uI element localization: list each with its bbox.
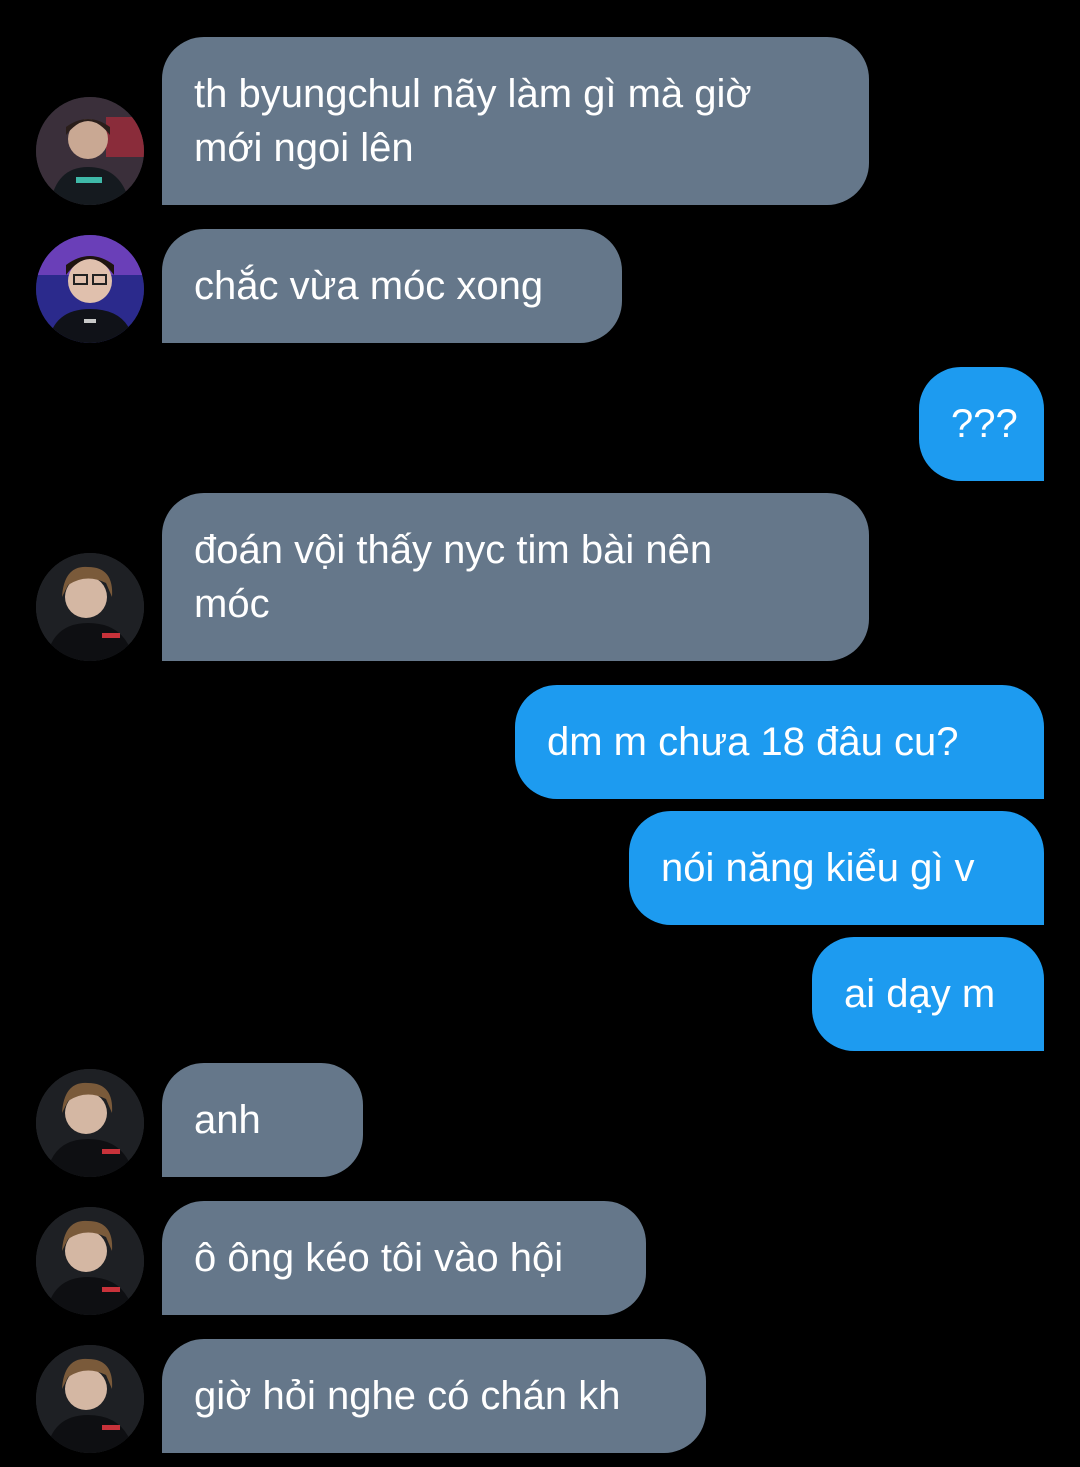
outgoing-message-bubble[interactable]: dm m chưa 18 đâu cu? (515, 685, 1044, 799)
avatar-photo-icon (36, 1069, 144, 1177)
incoming-message-bubble[interactable]: chắc vừa móc xong (162, 229, 622, 343)
incoming-message-bubble[interactable]: th byungchul nãy làm gì mà giờ mới ngoi … (162, 37, 869, 205)
incoming-message-bubble[interactable]: anh (162, 1063, 363, 1253)
outgoing-message-bubble[interactable]: nói năng kiểu gì v (629, 811, 1044, 925)
sender-avatar[interactable] (36, 97, 144, 205)
sender-avatar[interactable] (36, 235, 144, 343)
avatar-photo-icon (36, 1345, 144, 1453)
avatar-photo-icon (36, 1207, 144, 1315)
avatar-photo-icon (36, 97, 144, 205)
incoming-message-bubble[interactable]: đoán vội thấy nyc tim bài nên móc (162, 493, 869, 661)
avatar-photo-icon (36, 235, 144, 343)
sender-avatar[interactable] (36, 1069, 144, 1177)
outgoing-message-bubble[interactable]: ai dạy m (812, 937, 1044, 1051)
message-text: anh (194, 1098, 261, 1142)
sender-avatar[interactable] (36, 1207, 144, 1315)
outgoing-message-bubble[interactable]: ??? (919, 367, 1044, 481)
slightly-smiling-face-icon (273, 1095, 323, 1253)
avatar-photo-icon (36, 553, 144, 661)
incoming-message-bubble[interactable]: giờ hỏi nghe có chán kh (162, 1339, 706, 1453)
incoming-message-bubble[interactable]: ô ông kéo tôi vào hội (162, 1201, 646, 1315)
sender-avatar[interactable] (36, 1345, 144, 1453)
sender-avatar[interactable] (36, 553, 144, 661)
